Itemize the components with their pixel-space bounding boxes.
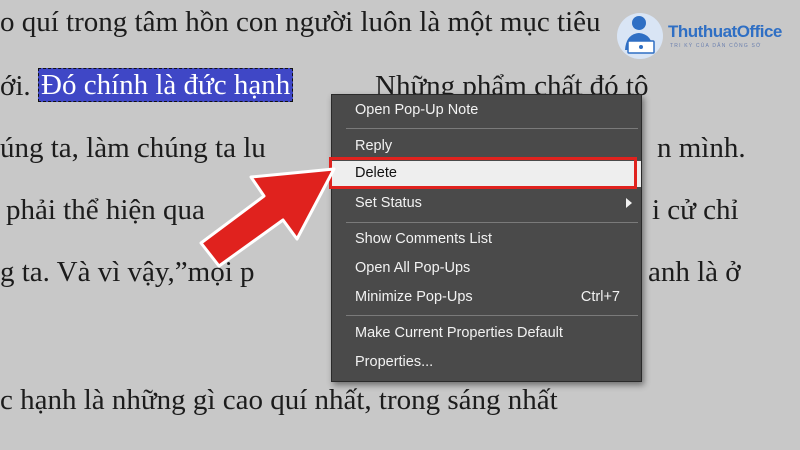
thuthuatoffice-logo: ThuthuatOffice TRI KỲ CỦA DÂN CÔNG SỞ bbox=[612, 6, 800, 62]
menu-item-shortcut: Ctrl+7 bbox=[580, 289, 620, 305]
logo-tagline: TRI KỲ CỦA DÂN CÔNG SỞ bbox=[670, 43, 762, 49]
person-laptop-icon bbox=[617, 13, 663, 59]
menu-item-label: Show Comments List bbox=[355, 231, 492, 247]
chevron-right-icon bbox=[626, 198, 632, 208]
menu-item-set-status[interactable]: Set Status bbox=[332, 191, 641, 217]
menu-item-minimize-popups[interactable]: Minimize Pop-Ups Ctrl+7 bbox=[332, 285, 641, 311]
menu-item-label: Make Current Properties Default bbox=[355, 325, 563, 341]
context-menu: Open Pop-Up Note Reply Delete Set Status… bbox=[331, 94, 642, 382]
pdf-page: o quí trong tâm hồn con người luôn là mộ… bbox=[0, 0, 800, 450]
menu-item-label: Open Pop-Up Note bbox=[355, 102, 479, 118]
menu-item-label: Reply bbox=[355, 138, 393, 154]
menu-item-open-all-popups[interactable]: Open All Pop-Ups bbox=[332, 256, 641, 282]
highlighted-annotation[interactable]: Đó chính là đức hạnh bbox=[38, 68, 294, 102]
document-line-6: c hạnh là những gì cao quí nhất, trong s… bbox=[0, 384, 558, 416]
menu-item-label: Set Status bbox=[355, 195, 422, 211]
menu-item-show-comments-list[interactable]: Show Comments List bbox=[332, 227, 641, 253]
menu-item-properties[interactable]: Properties... bbox=[332, 350, 641, 376]
delete-callout-box bbox=[329, 157, 637, 189]
menu-separator bbox=[346, 128, 638, 129]
menu-item-make-current-properties-default[interactable]: Make Current Properties Default bbox=[332, 321, 641, 347]
menu-item-label: Open All Pop-Ups bbox=[355, 260, 471, 276]
logo-wordmark: ThuthuatOffice bbox=[668, 22, 782, 41]
menu-item-open-popup-note[interactable]: Open Pop-Up Note bbox=[332, 98, 641, 124]
menu-item-label: Properties... bbox=[355, 354, 434, 370]
menu-item-label: Minimize Pop-Ups bbox=[355, 289, 473, 305]
menu-separator bbox=[346, 315, 638, 316]
menu-separator bbox=[346, 222, 638, 223]
